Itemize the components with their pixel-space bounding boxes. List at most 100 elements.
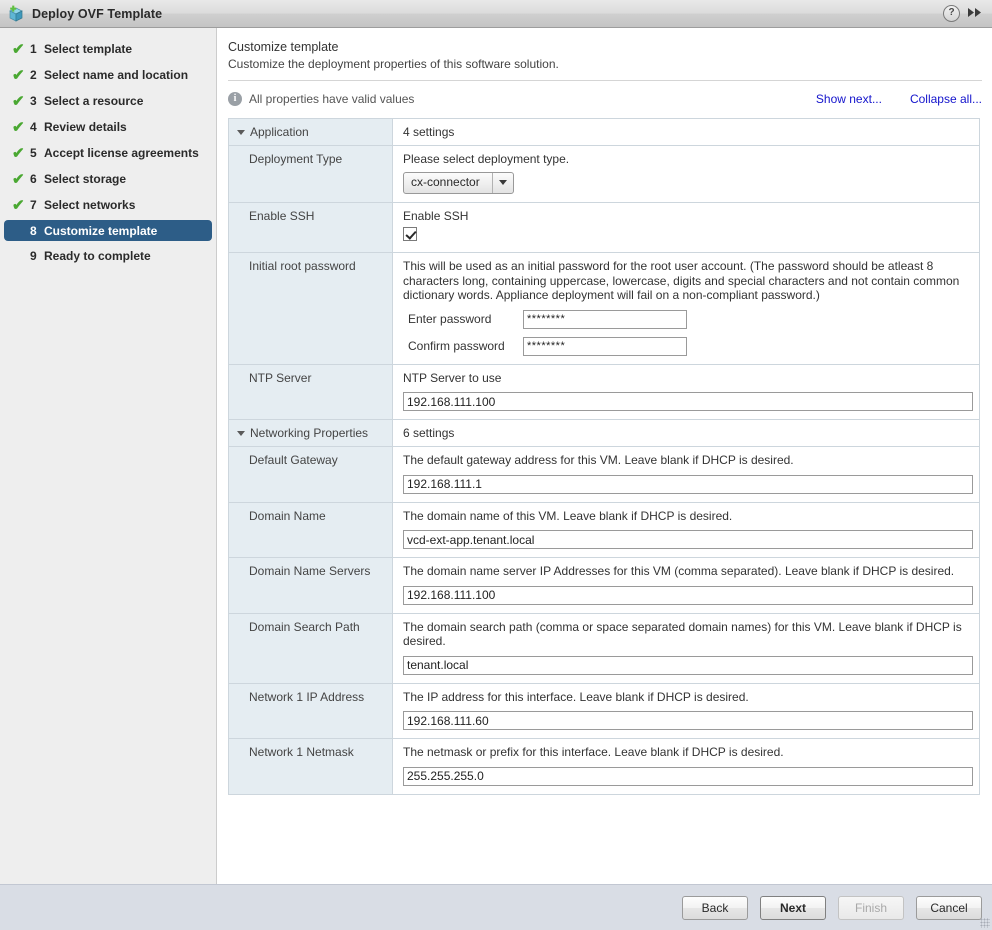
property-label: Network 1 IP Address [229,683,393,738]
ntp-server-input[interactable] [403,392,973,411]
step-label: Customize template [44,223,158,238]
property-description: This will be used as an initial password… [403,259,960,302]
chevron-down-icon[interactable] [237,130,245,136]
sidebar-step-4[interactable]: ✔ 4 Review details [4,114,212,140]
step-label: Select storage [44,172,127,186]
sidebar-step-9[interactable]: 9 Ready to complete [4,243,212,269]
property-label: Domain Name [229,502,393,557]
cancel-button[interactable]: Cancel [916,895,982,920]
step-number: 2 [30,68,37,82]
network-1-ip-address-input[interactable] [403,711,973,730]
wizard-footer: Back Next Finish Cancel [0,884,992,930]
section-label-cell: Application [229,119,393,145]
chevron-down-icon [492,172,513,193]
main-content-pane: Customize template Customize the deploym… [217,28,992,884]
property-label: Domain Search Path [229,613,393,683]
validation-status-text: All properties have valid values [249,92,415,106]
property-label: Enable SSH [229,202,393,252]
check-icon: ✔ [12,92,25,110]
property-label: NTP Server [229,364,393,419]
deploy-ovf-template-window: Deploy OVF Template ? ✔ 1 Select templat… [0,0,992,930]
fast-forward-icon[interactable] [967,7,986,21]
password-fields-group: Enter password Confirm password [403,309,971,356]
ovf-package-icon [7,5,25,23]
section-name: Application [250,125,309,139]
property-row-enable-ssh: Enable SSH Enable SSH [229,202,979,253]
property-row-domain-search-path: Domain Search Path The domain search pat… [229,613,979,684]
enter-password-line: Enter password [403,309,971,329]
show-next-link[interactable]: Show next... [816,92,882,106]
sidebar-step-6[interactable]: ✔ 6 Select storage [4,166,212,192]
check-icon: ✔ [12,66,25,84]
page-title: Customize template [228,40,339,54]
info-icon: i [228,92,242,106]
enable-ssh-checkbox[interactable] [403,227,417,241]
section-header-application[interactable]: Application 4 settings [229,119,979,146]
step-label: Review details [44,120,127,134]
property-row-default-gateway: Default Gateway The default gateway addr… [229,447,979,503]
sidebar-step-3[interactable]: ✔ 3 Select a resource [4,88,212,114]
property-value-cell: The netmask or prefix for this interface… [393,739,979,794]
step-number: 9 [30,249,37,263]
property-label: Network 1 Netmask [229,739,393,794]
help-icon[interactable]: ? [943,5,960,22]
check-icon: ✔ [12,170,25,188]
titlebar-buttons: ? [943,5,986,22]
property-value-cell: The domain search path (comma or space s… [393,613,979,683]
property-description: Please select deployment type. [403,152,570,166]
resize-grip-icon[interactable] [980,918,990,928]
deployment-type-dropdown[interactable]: cx-connector [403,171,514,194]
property-row-network-1-ip-address: Network 1 IP Address The IP address for … [229,683,979,739]
property-description: NTP Server to use [403,370,502,385]
default-gateway-input[interactable] [403,474,973,494]
domain-name-servers-input[interactable] [403,585,973,605]
divider [228,80,982,81]
property-row-initial-root-password: Initial root password This will be used … [229,253,979,365]
property-row-deployment-type: Deployment Type Please select deployment… [229,146,979,203]
sidebar-step-7[interactable]: ✔ 7 Select networks [4,192,212,218]
property-value-cell: This will be used as an initial password… [393,253,979,364]
next-button[interactable]: Next [760,895,826,920]
step-label: Ready to complete [44,249,151,263]
property-value-cell: The domain name of this VM. Leave blank … [393,502,979,557]
section-header-networking-properties[interactable]: Networking Properties 6 settings [229,420,979,447]
property-value-cell: The domain name server IP Addresses for … [393,558,979,613]
window-body: ✔ 1 Select template ✔ 2 Select name and … [0,28,992,884]
property-description: The netmask or prefix for this interface… [403,745,784,759]
wizard-steps-sidebar: ✔ 1 Select template ✔ 2 Select name and … [0,28,217,884]
property-description: The domain search path (comma or space s… [403,619,962,649]
collapse-all-link[interactable]: Collapse all... [910,92,982,106]
check-icon: ✔ [12,196,25,214]
back-button[interactable]: Back [682,895,748,920]
step-number: 4 [30,120,37,134]
step-number: 3 [30,94,37,108]
property-value-cell: Enable SSH [393,202,979,252]
property-description: Enable SSH [403,208,469,223]
sidebar-step-8-customize-template[interactable]: 8 Customize template [4,220,212,241]
step-label: Select a resource [44,94,144,108]
property-description: The domain name of this VM. Leave blank … [403,508,733,523]
property-row-ntp-server: NTP Server NTP Server to use [229,364,979,420]
property-row-domain-name-servers: Domain Name Servers The domain name serv… [229,558,979,614]
property-label: Domain Name Servers [229,558,393,613]
check-icon: ✔ [12,40,25,58]
step-number: 1 [30,42,37,56]
sidebar-step-1[interactable]: ✔ 1 Select template [4,36,212,62]
network-1-netmask-input[interactable] [403,766,973,786]
confirm-password-field[interactable] [523,336,687,356]
window-title: Deploy OVF Template [32,6,163,21]
status-row: i All properties have valid values Show … [228,92,982,106]
enter-password-field[interactable] [523,309,687,329]
property-label: Initial root password [229,253,393,364]
sidebar-step-2[interactable]: ✔ 2 Select name and location [4,62,212,88]
domain-search-path-input[interactable] [403,655,973,675]
step-number: 8 [30,223,37,238]
section-settings-count: 6 settings [393,420,979,446]
step-number: 6 [30,172,37,186]
domain-name-input[interactable] [403,530,973,549]
chevron-down-icon[interactable] [237,431,245,437]
dropdown-selected-value: cx-connector [411,174,480,189]
sidebar-step-5[interactable]: ✔ 5 Accept license agreements [4,140,212,166]
check-icon: ✔ [12,118,25,136]
section-settings-count: 4 settings [393,119,979,145]
